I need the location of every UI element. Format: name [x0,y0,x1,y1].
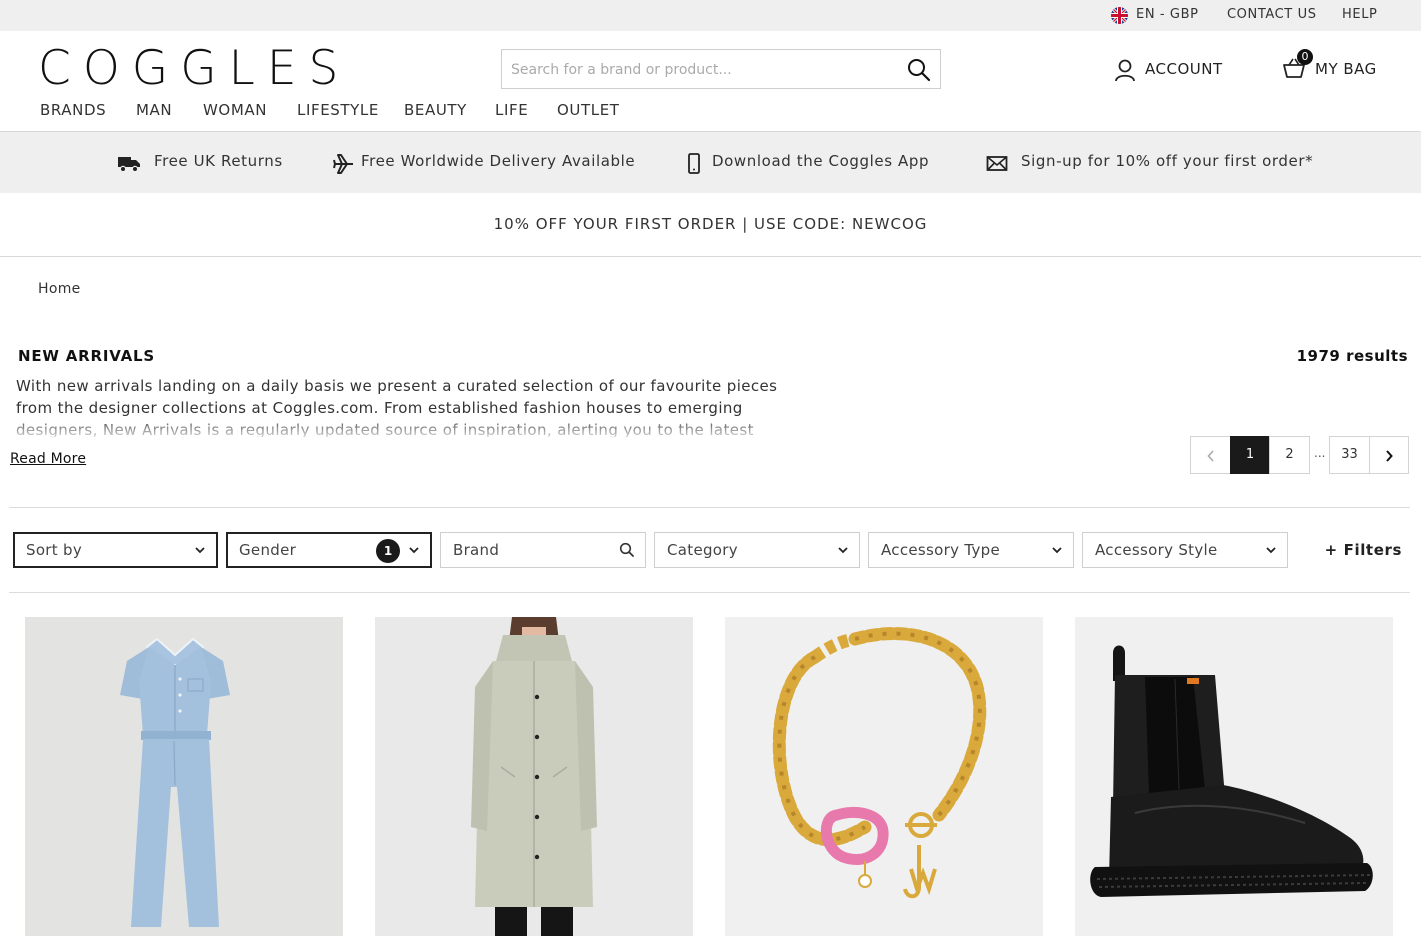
pagination-next-button[interactable] [1369,436,1409,474]
delivery-truck-icon [118,157,140,173]
sort-by-dropdown[interactable]: Sort by [13,532,218,568]
divider [9,507,1410,508]
category-filter-label: Category [667,541,738,559]
contact-us-link[interactable]: CONTACT US [1227,7,1317,22]
divider [9,592,1410,593]
pagination-ellipsis: ... [1314,446,1326,460]
gender-filter-label: Gender [239,541,297,559]
search-icon[interactable] [906,57,932,83]
usp-returns-text: Free UK Returns [154,152,283,170]
brand-filter-search[interactable]: Brand [440,532,646,568]
accessory-type-filter-dropdown[interactable]: Accessory Type [868,532,1074,568]
brand-filter-label: Brand [453,541,500,559]
chevron-left-icon [1206,450,1214,462]
nav-woman[interactable]: WOMAN [203,101,267,119]
usp-signup-text: Sign-up for 10% off your first order* [1021,152,1314,170]
promo-text: 10% OFF YOUR FIRST ORDER | USE CODE: NEW… [493,215,928,233]
nav-beauty[interactable]: BEAUTY [404,101,467,119]
chevron-down-icon [409,547,419,554]
sort-by-label: Sort by [26,541,83,559]
search-icon [619,542,634,557]
accessory-style-filter-label: Accessory Style [1095,541,1218,559]
pagination-page-2[interactable]: 2 [1269,436,1310,474]
site-header: COGGLES ACCOUNT 0 MY BAG BRA [0,31,1421,132]
envelope-icon [986,156,1008,171]
gender-filter-count-badge: 1 [376,539,400,563]
chevron-right-icon [1386,450,1393,462]
language-currency-selector[interactable]: EN - GBP [1136,7,1199,22]
results-count: 1979 results [1296,347,1408,365]
search-input[interactable] [511,59,891,81]
breadcrumb-home[interactable]: Home [38,281,81,297]
usp-delivery-text: Free Worldwide Delivery Available [361,152,636,170]
promo-banner[interactable]: 10% OFF YOUR FIRST ORDER | USE CODE: NEW… [0,193,1421,257]
nav-brands[interactable]: BRANDS [40,101,106,119]
bag-count-badge: 0 [1297,49,1313,65]
usp-bar: Free UK Returns Free Worldwide Delivery … [0,132,1421,193]
pagination-prev-button[interactable] [1190,436,1231,474]
category-filter-dropdown[interactable]: Category [654,532,860,568]
nav-man[interactable]: MAN [136,101,172,119]
accessory-type-filter-label: Accessory Type [881,541,1000,559]
chevron-down-icon [195,547,205,554]
help-link[interactable]: HELP [1342,7,1377,22]
bag-label: MY BAG [1315,60,1377,78]
product-image-hooded-raincoat[interactable] [375,617,693,936]
airplane-icon [333,154,353,174]
site-logo[interactable]: COGGLES [38,41,350,97]
product-image-chelsea-boot[interactable] [1075,617,1393,936]
page-title: NEW ARRIVALS [18,347,156,365]
usp-app-text: Download the Coggles App [712,152,930,170]
chevron-down-icon [1266,547,1276,554]
account-label: ACCOUNT [1145,60,1223,78]
nav-life[interactable]: LIFE [495,101,528,119]
description-fade [0,419,820,439]
nav-lifestyle[interactable]: LIFESTYLE [297,101,379,119]
chevron-down-icon [838,547,848,554]
utility-bar: EN - GBP CONTACT US HELP [0,0,1421,31]
search-box [501,49,941,89]
chevron-down-icon [1052,547,1062,554]
more-filters-button[interactable]: + Filters [1325,541,1402,559]
gender-filter-dropdown[interactable]: Gender 1 [226,532,432,568]
uk-flag-icon[interactable] [1111,7,1128,24]
product-image-denim-jumpsuit[interactable] [25,617,343,936]
main-navigation: BRANDS MAN WOMAN LIFESTYLE BEAUTY LIFE O… [0,101,700,123]
product-image-gold-chain-necklace[interactable] [725,617,1043,936]
pagination-page-1[interactable]: 1 [1230,436,1270,474]
nav-outlet[interactable]: OUTLET [557,101,620,119]
mobile-phone-icon [688,153,700,174]
user-icon [1114,58,1136,86]
read-more-link[interactable]: Read More [10,451,86,467]
pagination-page-last[interactable]: 33 [1329,436,1370,474]
accessory-style-filter-dropdown[interactable]: Accessory Style [1082,532,1288,568]
